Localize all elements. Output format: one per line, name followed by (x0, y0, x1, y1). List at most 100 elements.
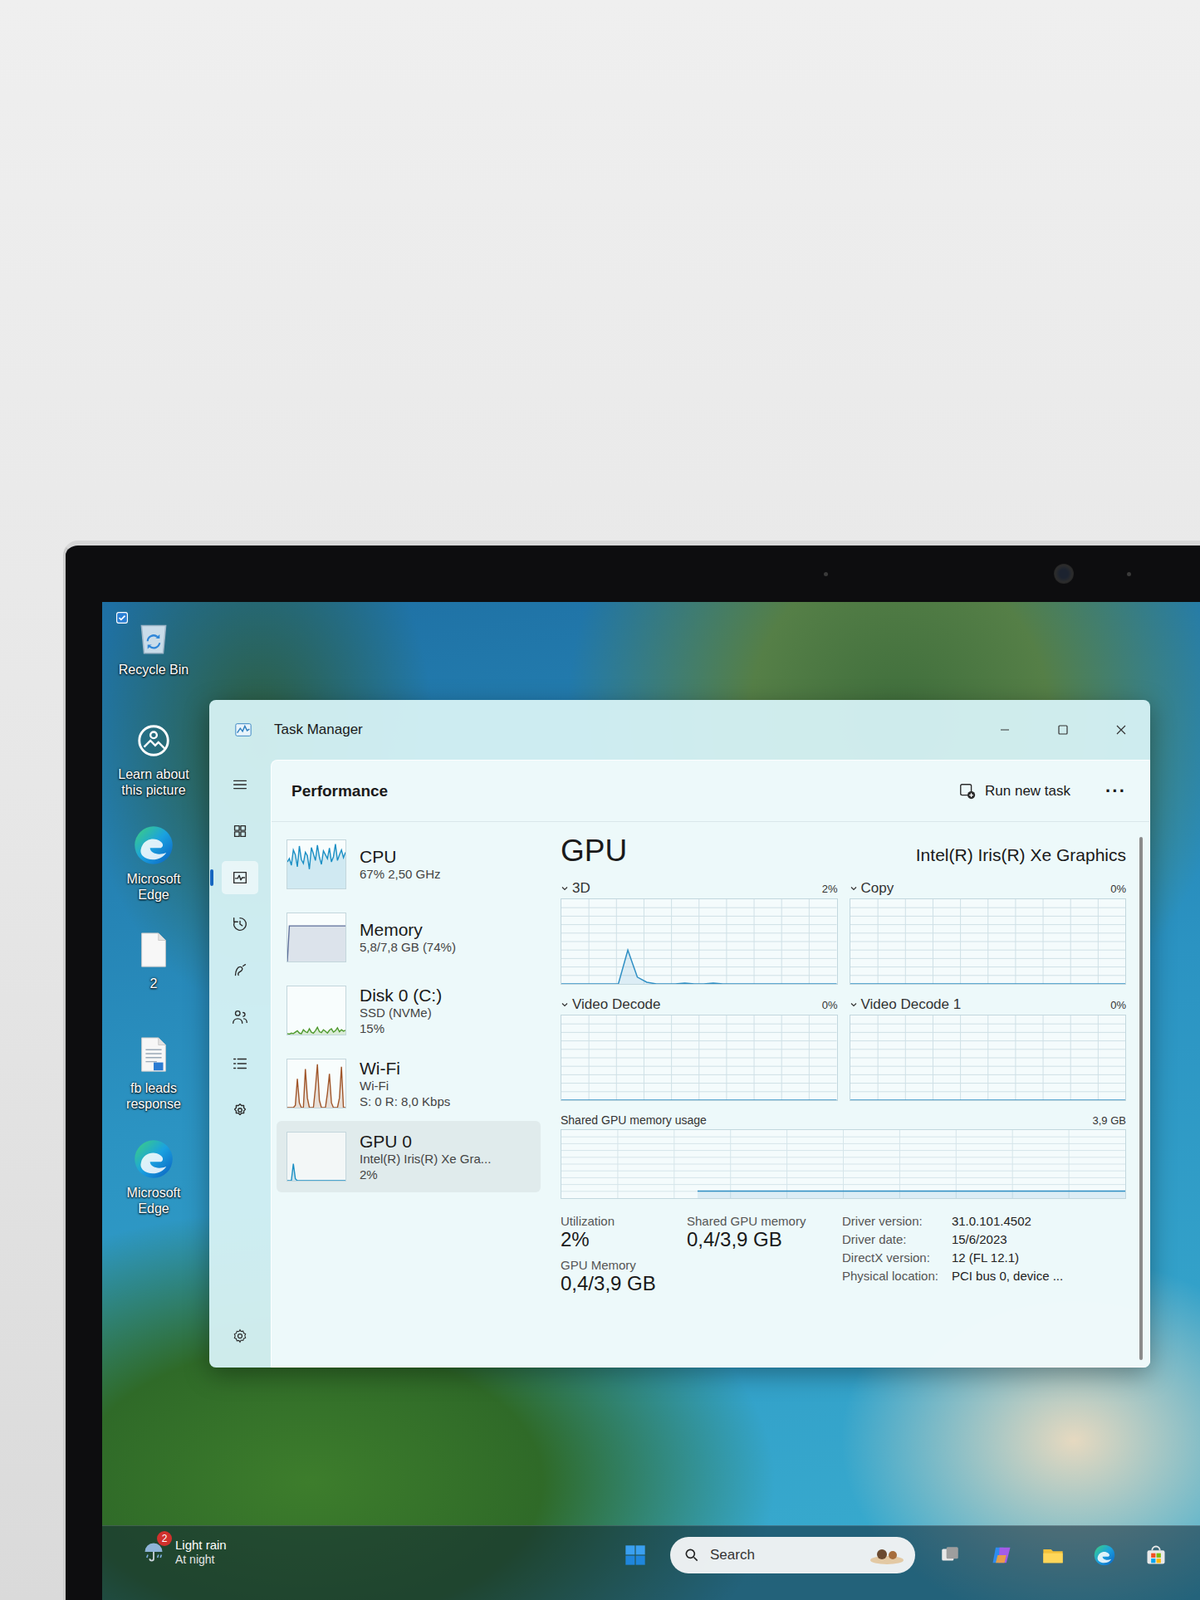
desktop-icon[interactable]: Microsoft Edge (107, 821, 201, 908)
desktop-icon[interactable]: Learn about this picture (107, 716, 201, 804)
resource-detail: 2% (359, 1167, 491, 1184)
desktop-icon-label: Learn about this picture (107, 764, 201, 800)
main-panel: Performance Run new task ··· CPU67% 2,50 GH… (270, 759, 1151, 1368)
stat: Shared GPU memory0,4/3,9 GB (686, 1214, 824, 1252)
nav-item[interactable] (221, 768, 259, 802)
engine-reading: 0% (822, 999, 838, 1012)
resource-name: CPU (359, 846, 441, 867)
nav-item[interactable] (221, 1047, 259, 1081)
stats: Utilization2%GPU Memory0,4/3,9 GBShared … (560, 1209, 1127, 1296)
start-button[interactable] (618, 1537, 652, 1574)
resource-name: Memory (359, 919, 456, 941)
camera-icon (1053, 563, 1074, 584)
task-view-button[interactable] (933, 1537, 967, 1574)
task-manager-window[interactable]: Task Manager Performance Run new task ··· CP… (209, 700, 1151, 1368)
sensor-icon (823, 572, 828, 577)
usage-chart (849, 1014, 1127, 1102)
close-icon (1114, 723, 1128, 737)
property-value: 31.0.101.4502 (951, 1214, 1063, 1229)
resource-item[interactable]: Disk 0 (C:)SSD (NVMe)15% (276, 974, 541, 1047)
maximize-button[interactable] (1033, 711, 1093, 749)
resource-item[interactable]: CPU67% 2,50 GHz (276, 828, 541, 901)
weather-widget[interactable]: 2Light rainAt night (135, 1534, 312, 1571)
resource-detail: 15% (359, 1021, 442, 1038)
nav-icon (230, 915, 250, 934)
chart-title: Shared GPU memory usage (560, 1113, 707, 1127)
laptop: Recycle Bin Learn about this picture Micro… (63, 540, 1200, 1600)
property-label: Driver version: (842, 1214, 939, 1229)
desktop-icon[interactable]: Microsoft Edge (107, 1135, 201, 1222)
mini-graph (286, 1058, 347, 1109)
resource-name: GPU 0 (359, 1131, 491, 1152)
recycle-bin-icon (132, 615, 175, 657)
edge-icon (132, 1137, 176, 1181)
taskbar: 2Light rainAt night Search (102, 1525, 1200, 1600)
property-label: DirectX version: (842, 1250, 939, 1265)
nav-item[interactable] (221, 1000, 259, 1034)
windows-icon (623, 1543, 647, 1568)
resource-item[interactable]: Memory5,8/7,8 GB (74%) (276, 901, 541, 974)
properties: Driver version:31.0.101.4502Driver date:… (842, 1214, 1063, 1296)
nav-item[interactable] (221, 814, 259, 848)
scrollbar[interactable] (1139, 837, 1143, 1361)
copilot-button[interactable] (984, 1537, 1019, 1574)
edge-icon (1092, 1543, 1117, 1568)
engine-selector[interactable]: Video Decode 1 (849, 996, 962, 1014)
usage-chart (560, 1014, 838, 1102)
property-value: PCI bus 0, device ... (951, 1268, 1063, 1284)
file-explorer-button[interactable] (1036, 1537, 1070, 1574)
store-icon (1144, 1543, 1168, 1568)
desktop-icon[interactable]: 2 (107, 925, 201, 1013)
chart-max: 3,9 GB (1092, 1114, 1127, 1127)
folder-icon (1041, 1543, 1065, 1568)
edge-button[interactable] (1087, 1537, 1122, 1574)
property-value: 15/6/2023 (951, 1232, 1063, 1247)
engine-selector[interactable]: Copy (849, 880, 895, 897)
checkbox-icon[interactable] (116, 612, 128, 627)
engine-reading: 0% (1110, 999, 1127, 1012)
edge-icon (132, 823, 176, 867)
mini-graph (286, 985, 347, 1036)
window-title: Task Manager (274, 721, 363, 739)
weather-condition: Light rain (175, 1537, 227, 1553)
bezel (65, 545, 1200, 603)
run-new-task-button[interactable]: Run new task (950, 777, 1079, 806)
chevron-icon (849, 1000, 858, 1009)
memory-chart (560, 1129, 1127, 1200)
photo: Recycle Bin Learn about this picture Micro… (0, 0, 1200, 1600)
more-button[interactable]: ··· (1100, 777, 1132, 806)
page-title: Performance (291, 782, 388, 801)
nav-item[interactable] (221, 861, 259, 895)
copilot-icon (989, 1543, 1014, 1568)
chevron-icon (849, 884, 858, 893)
nav-item[interactable] (221, 954, 259, 988)
resource-detail: 67% 2,50 GHz (359, 866, 441, 883)
sensor-icon (1126, 572, 1132, 577)
resource-item[interactable]: GPU 0Intel(R) Iris(R) Xe Gra...2% (276, 1121, 541, 1193)
settings-button[interactable] (221, 1319, 259, 1353)
desktop-icon[interactable]: Recycle Bin (107, 612, 201, 699)
search-box[interactable]: Search (670, 1537, 916, 1574)
taskbar-apps: Search (618, 1534, 1173, 1577)
nav-icon (230, 961, 250, 980)
property-value: 12 (FL 12.1) (951, 1250, 1063, 1265)
nav-item[interactable] (221, 1093, 259, 1127)
engine-selector[interactable]: 3D (560, 880, 591, 897)
gpu-detail: GPUIntel(R) Iris(R) Xe Graphics3D2%Copy0… (545, 822, 1140, 1367)
device-name: Intel(R) Iris(R) Xe Graphics (915, 845, 1127, 866)
engine-selector[interactable]: Video Decode (560, 996, 662, 1014)
nav-item[interactable] (221, 907, 259, 941)
engine-graph: 3D2% (560, 878, 838, 985)
usage-chart (849, 898, 1127, 985)
resource-item[interactable]: Wi-FiWi-FiS: 0 R: 8,0 Kbps (276, 1048, 541, 1120)
store-button[interactable] (1139, 1537, 1173, 1574)
close-button[interactable] (1092, 711, 1151, 749)
stat: Utilization2% (560, 1214, 669, 1252)
desktop-icon[interactable]: fb leads response (107, 1030, 201, 1117)
nav-icon (230, 1054, 250, 1073)
desktop-icon-label: Microsoft Edge (107, 1183, 201, 1219)
task-view-icon (939, 1544, 961, 1567)
selection-indicator (210, 869, 214, 887)
minimize-button[interactable] (975, 711, 1034, 749)
engine-graph: Video Decode 0% (560, 994, 838, 1102)
